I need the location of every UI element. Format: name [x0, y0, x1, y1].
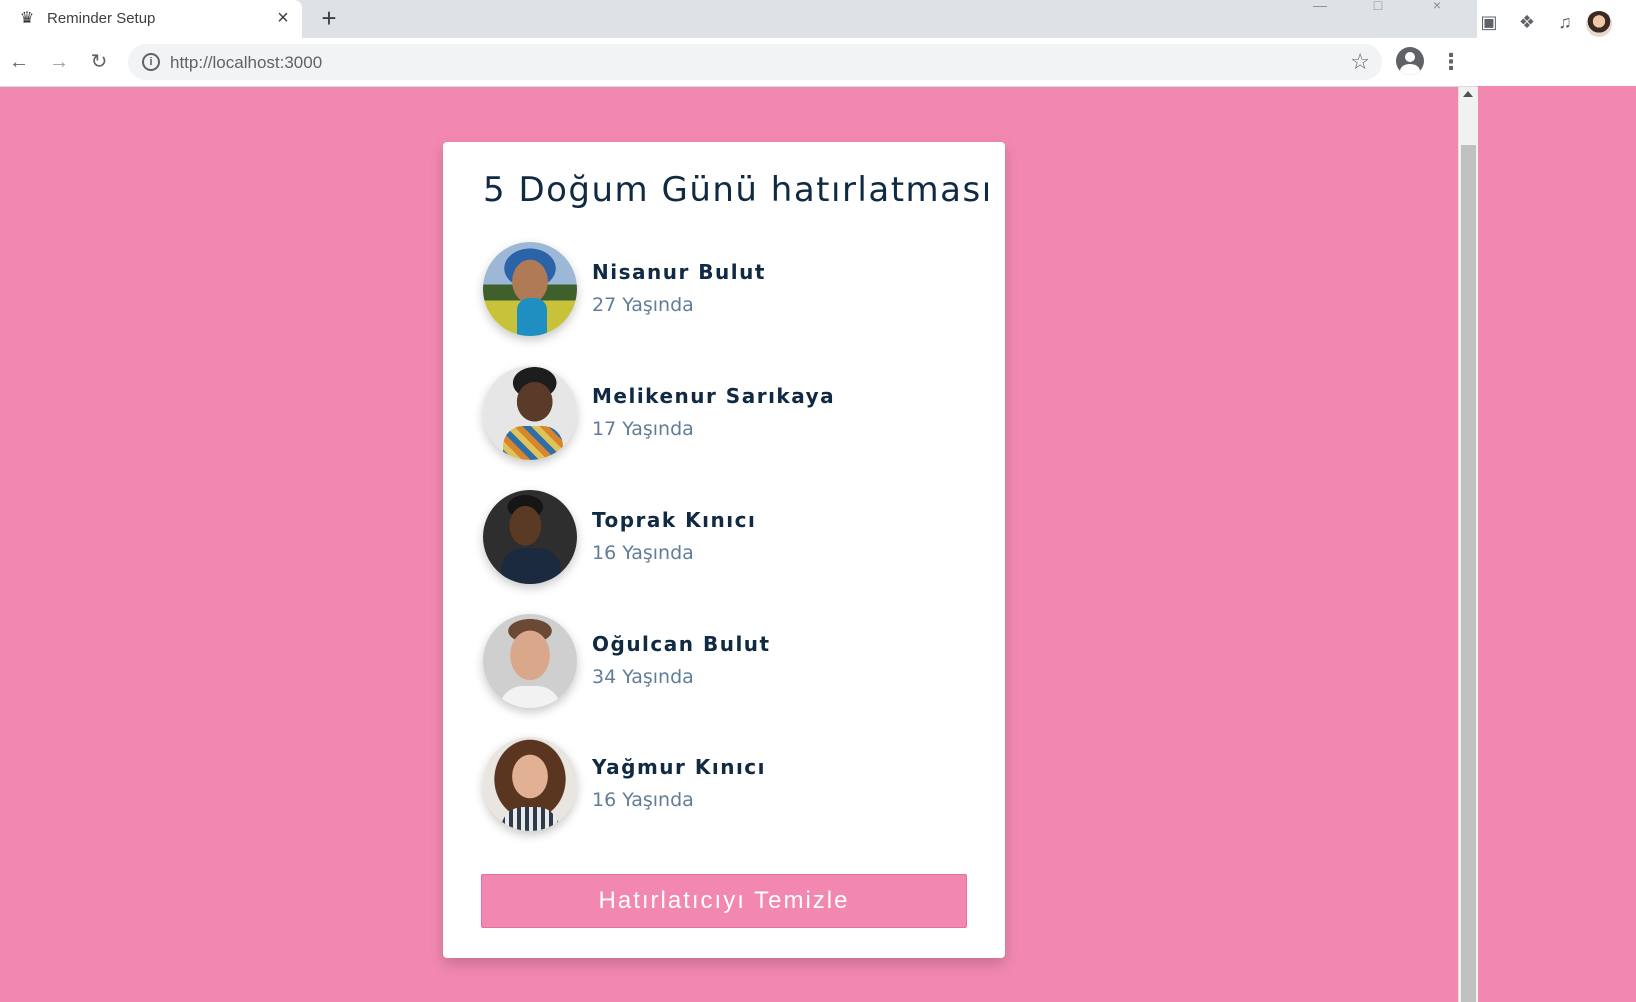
person-age: 16 Yaşında — [592, 542, 694, 564]
avatar — [483, 490, 577, 584]
person-name: Melikenur Sarıkaya — [592, 384, 836, 408]
tab-title: Reminder Setup — [47, 10, 156, 27]
new-tab-button[interactable]: + — [316, 4, 342, 32]
browser-window: ♛ Reminder Setup × + — □ × ← → ↻ i http:… — [0, 0, 1478, 1002]
user-avatar-icon[interactable] — [1586, 11, 1612, 37]
clear-reminders-button[interactable]: Hatırlatıcıyı Temizle — [481, 874, 967, 928]
media-icon[interactable]: ♫ — [1553, 10, 1577, 34]
extension-icon[interactable]: ▣ — [1477, 10, 1501, 34]
avatar — [483, 614, 577, 708]
person-name: Oğulcan Bulut — [592, 632, 771, 656]
back-icon[interactable]: ← — [5, 48, 33, 76]
person-age: 17 Yaşında — [592, 418, 694, 440]
card-title: 5 Doğum Günü hatırlatması — [483, 170, 993, 210]
url-text[interactable]: http://localhost:3000 — [170, 53, 322, 73]
person-age: 27 Yaşında — [592, 294, 694, 316]
person-name: Yağmur Kınıcı — [592, 755, 767, 779]
extensions-area: ▣ ❖ ♫ — [1477, 0, 1636, 86]
person-item: Melikenur Sarıkaya 17 Yaşında — [483, 366, 963, 460]
url-host: http://localhost — [170, 53, 280, 72]
avatar — [483, 242, 577, 336]
browser-toolbar: ← → ↻ i http://localhost:3000 ☆ ⋮ — [0, 38, 1477, 87]
page-viewport: 5 Doğum Günü hatırlatması Nisanur Bulut … — [0, 87, 1458, 1002]
person-name: Nisanur Bulut — [592, 260, 766, 284]
reminder-card: 5 Doğum Günü hatırlatması Nisanur Bulut … — [443, 142, 1005, 958]
window-close-icon[interactable]: × — [1417, 0, 1457, 14]
info-icon[interactable]: i — [142, 53, 160, 71]
scroll-thumb[interactable] — [1461, 145, 1476, 1002]
person-name: Toprak Kınıcı — [592, 508, 757, 532]
favicon-icon: ♛ — [19, 10, 35, 27]
scroll-up-arrow-icon[interactable] — [1463, 91, 1473, 97]
profile-icon[interactable] — [1396, 47, 1424, 75]
vertical-scrollbar[interactable] — [1458, 87, 1478, 1002]
url-port: :3000 — [279, 53, 323, 72]
menu-icon[interactable]: ⋮ — [1440, 48, 1462, 76]
avatar — [483, 366, 577, 460]
person-item: Toprak Kınıcı 16 Yaşında — [483, 490, 963, 584]
person-item: Yağmur Kınıcı 16 Yaşında — [483, 737, 963, 831]
puzzle-icon[interactable]: ❖ — [1515, 10, 1539, 34]
person-age: 34 Yaşında — [592, 666, 694, 688]
reload-icon[interactable]: ↻ — [85, 48, 113, 76]
forward-icon[interactable]: → — [45, 48, 73, 76]
tab-strip: ♛ Reminder Setup × + — □ × — [0, 0, 1477, 38]
person-item: Oğulcan Bulut 34 Yaşında — [483, 614, 963, 708]
maximize-icon[interactable]: □ — [1358, 0, 1398, 14]
person-age: 16 Yaşında — [592, 789, 694, 811]
close-icon[interactable]: × — [272, 6, 294, 30]
person-item: Nisanur Bulut 27 Yaşında — [483, 242, 963, 336]
address-bar[interactable]: i http://localhost:3000 ☆ — [128, 44, 1382, 80]
minimize-icon[interactable]: — — [1300, 0, 1340, 14]
star-icon[interactable]: ☆ — [1350, 49, 1370, 75]
tab-reminder-setup[interactable]: ♛ Reminder Setup × — [0, 0, 302, 38]
avatar — [483, 737, 577, 831]
